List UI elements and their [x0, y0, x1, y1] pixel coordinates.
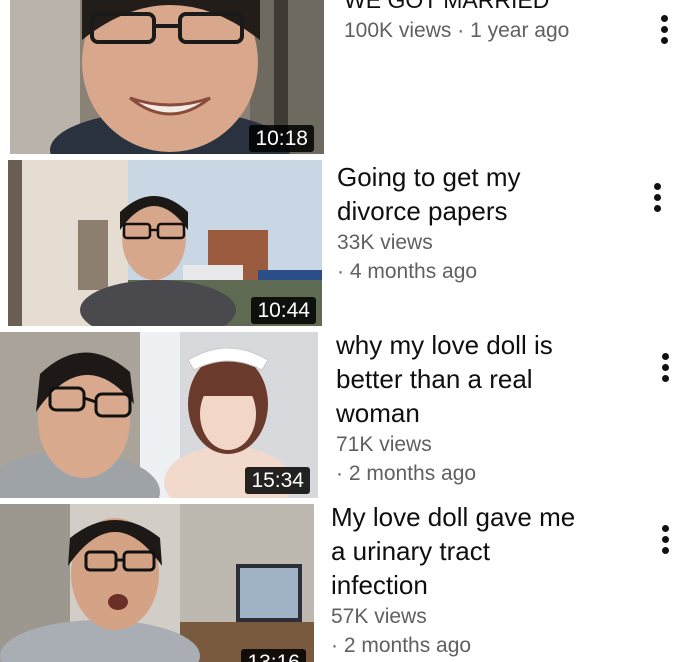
video-thumbnail[interactable]: 10:18	[10, 0, 324, 154]
upload-age: 2 months ago	[348, 462, 477, 485]
vertical-ellipsis-icon[interactable]	[658, 350, 672, 390]
upload-age-line: · 2 months ago	[336, 459, 553, 488]
vertical-ellipsis-icon[interactable]	[650, 180, 664, 220]
video-meta: 57K views · 2 months ago	[331, 602, 575, 660]
meta-separator: ·	[337, 260, 344, 283]
video-meta: 71K views · 2 months ago	[336, 430, 553, 488]
video-title[interactable]: WE GOT MARRIED	[344, 0, 569, 14]
upload-age: 4 months ago	[349, 260, 478, 283]
view-count: 100K views	[344, 19, 452, 42]
video-info: WE GOT MARRIED 100K views · 1 year ago	[344, 0, 569, 45]
video-meta: 100K views · 1 year ago	[344, 16, 569, 45]
video-info: My love doll gave me a urinary tract inf…	[331, 500, 575, 660]
video-thumbnail[interactable]: 13:16	[0, 504, 314, 662]
video-thumbnail[interactable]: 10:44	[8, 160, 322, 326]
video-meta: 33K views · 4 months ago	[337, 228, 521, 286]
video-duration: 13:16	[241, 649, 306, 662]
meta-separator: ·	[331, 634, 338, 657]
video-thumbnail[interactable]: 15:34	[0, 332, 318, 498]
upload-age: 2 months ago	[343, 634, 472, 657]
video-title[interactable]: Going to get my divorce papers	[337, 160, 521, 228]
video-duration: 10:18	[249, 125, 314, 152]
view-count: 33K views	[337, 231, 433, 254]
vertical-ellipsis-icon[interactable]	[657, 12, 671, 52]
video-row[interactable]: 10:18 WE GOT MARRIED 100K views · 1 year…	[0, 0, 700, 158]
view-count: 71K views	[336, 433, 432, 456]
video-row[interactable]: 10:44 Going to get my divorce papers 33K…	[0, 158, 700, 328]
video-title[interactable]: why my love doll is better than a real w…	[336, 328, 553, 430]
video-duration: 15:34	[245, 467, 310, 494]
upload-age-line: · 4 months ago	[337, 257, 521, 286]
video-row[interactable]: 13:16 My love doll gave me a urinary tra…	[0, 500, 700, 662]
meta-separator: ·	[336, 462, 343, 485]
upload-age: 1 year ago	[470, 19, 570, 42]
video-row[interactable]: 15:34 why my love doll is better than a …	[0, 328, 700, 500]
upload-age-line: · 2 months ago	[331, 631, 575, 660]
vertical-ellipsis-icon[interactable]	[658, 522, 672, 562]
view-count: 57K views	[331, 605, 427, 628]
video-info: why my love doll is better than a real w…	[336, 328, 553, 488]
video-info: Going to get my divorce papers 33K views…	[337, 160, 521, 286]
meta-separator: ·	[457, 19, 465, 42]
video-duration: 10:44	[251, 297, 316, 324]
video-title[interactable]: My love doll gave me a urinary tract inf…	[331, 500, 575, 602]
